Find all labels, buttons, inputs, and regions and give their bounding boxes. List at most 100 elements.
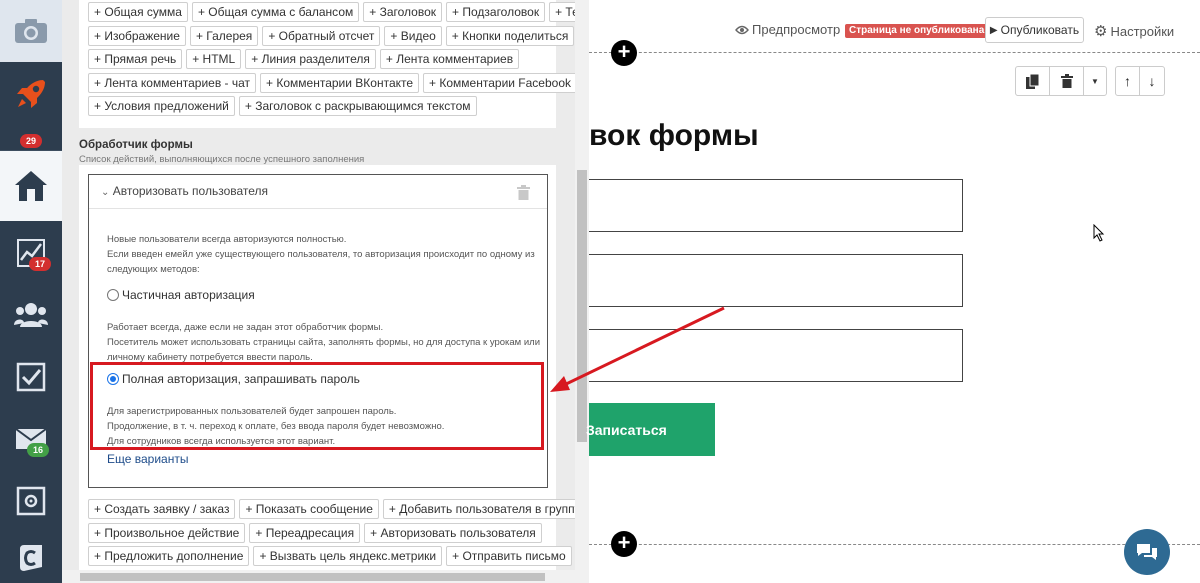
copy-icon [1026, 73, 1039, 89]
block-tools: ▼ [1015, 66, 1107, 96]
nav-item-launch[interactable] [0, 63, 62, 125]
add-action-button[interactable]: + Отправить письмо [446, 546, 572, 566]
add-action-button[interactable]: + Переадресация [249, 522, 361, 543]
play-icon: ▶ [989, 24, 998, 36]
delete-block-button[interactable] [1050, 67, 1084, 95]
move-up-button[interactable]: ↑ [1116, 67, 1140, 95]
add-action-button[interactable]: + Произвольное действие [88, 522, 246, 543]
checkbox-icon [16, 362, 46, 392]
logo-icon [20, 544, 42, 571]
more-options-link[interactable]: Еще варианты [107, 452, 188, 466]
nav-item-tasks[interactable] [0, 346, 62, 408]
move-down-button[interactable]: ↓ [1140, 67, 1164, 95]
add-block-top-button[interactable]: + [611, 40, 637, 66]
intro-line-3: следующих методов: [107, 264, 200, 275]
partial-line-1: Работает всегда, даже если не задан этот… [107, 322, 384, 333]
add-action-button[interactable]: + Авторизовать пользователя [364, 522, 542, 543]
radio-partial[interactable] [107, 289, 119, 301]
submit-button[interactable]: Записаться [586, 403, 715, 456]
section-divider-top [589, 52, 1200, 53]
home-icon [15, 171, 47, 201]
add-block-button[interactable]: + Обратный отсчет [262, 25, 381, 46]
trash-icon [1060, 74, 1073, 88]
more-block-dropdown[interactable]: ▼ [1084, 67, 1106, 95]
chat-button[interactable] [1124, 529, 1170, 575]
publish-label: Опубликовать [1000, 23, 1080, 37]
move-tools: ↑ ↓ [1115, 66, 1165, 96]
handler-header[interactable]: ⌄ Авторизовать пользователя [89, 175, 547, 209]
copy-block-button[interactable] [1016, 67, 1050, 95]
settings-button[interactable]: ⚙ Настройки [1094, 22, 1174, 40]
chat-icon [1137, 544, 1157, 560]
add-block-bottom-button[interactable]: + [611, 531, 637, 557]
add-block-button[interactable]: + Видео [384, 25, 442, 46]
add-block-button[interactable]: + Галерея [189, 25, 259, 46]
horizontal-scroll-thumb[interactable] [80, 573, 545, 581]
mail-badge: 16 [27, 443, 49, 457]
publish-button[interactable]: ▶ Опубликовать [985, 17, 1084, 43]
option-partial[interactable]: Частичная авторизация [107, 288, 255, 302]
preview-button[interactable]: Предпросмотр [735, 22, 840, 37]
form-field-1[interactable] [589, 179, 963, 232]
trash-icon[interactable] [517, 185, 530, 200]
preview-label: Предпросмотр [752, 22, 841, 37]
add-block-button[interactable]: + Лента комментариев - чат [88, 72, 257, 93]
stats-badge: 17 [29, 257, 51, 271]
camera-icon [15, 19, 47, 43]
settings-panel: + Общая сумма + Общая сумма с балансом + З… [62, 0, 589, 583]
add-block-button[interactable]: + Комментарии Facebook [423, 72, 578, 93]
gear-icon: ⚙ [1094, 23, 1108, 40]
add-action-button[interactable]: + Предложить дополнение [88, 546, 250, 566]
nav-item-home[interactable] [0, 151, 62, 221]
add-block-button[interactable]: + Изображение [88, 25, 186, 46]
nav-item-shop[interactable] [0, 470, 62, 532]
add-block-button[interactable]: + Подзаголовок [446, 2, 546, 22]
nav-item-media[interactable] [0, 0, 62, 62]
add-action-button[interactable]: + Создать заявку / заказ [88, 499, 236, 519]
add-action-button[interactable]: + Добавить пользователя в группу [382, 499, 587, 519]
add-block-button[interactable]: + HTML [186, 49, 242, 69]
form-title: вок формы [589, 119, 759, 152]
add-block-button[interactable]: + Комментарии ВКонтакте [260, 72, 420, 93]
caret-down-icon: ▼ [1091, 76, 1099, 86]
add-block-button[interactable]: + Общая сумма [88, 2, 188, 22]
mouse-cursor-icon [1093, 224, 1105, 242]
add-block-button[interactable]: + Заголовок с раскрывающимся текстом [238, 96, 477, 116]
handler-section-subtitle: Список действий, выполняющихся после усп… [79, 154, 365, 165]
nav-item-stats[interactable] [0, 222, 62, 284]
add-block-button[interactable]: + Прямая речь [88, 49, 183, 69]
add-block-button[interactable]: + Линия разделителя [245, 49, 376, 69]
launch-badge: 29 [20, 134, 42, 148]
status-badge: Страница не опубликована [845, 24, 989, 38]
add-block-button[interactable]: + Лента комментариев [379, 49, 520, 69]
settings-label: Настройки [1110, 23, 1175, 39]
add-block-button[interactable]: + Условия предложений [88, 96, 235, 116]
partial-line-2: Посетитель может использовать страницы с… [107, 337, 541, 348]
intro-line-2: Если введен емейл уже существующего поль… [107, 249, 535, 260]
nav-item-logo[interactable] [0, 532, 62, 583]
users-icon [14, 303, 48, 327]
submit-label: Записаться [586, 421, 667, 438]
section-divider-bottom [589, 544, 1200, 545]
option-partial-label: Частичная авторизация [122, 288, 255, 302]
handler-title[interactable]: ⌄ Авторизовать пользователя [101, 184, 268, 198]
left-nav: 29 17 16 [0, 0, 62, 583]
add-action-button[interactable]: + Показать сообщение [239, 499, 379, 519]
add-block-button[interactable]: + Кнопки поделиться [445, 25, 575, 46]
handler-title-text: Авторизовать пользователя [112, 184, 269, 198]
rocket-icon [17, 80, 45, 108]
safe-icon [16, 486, 46, 516]
nav-item-users[interactable] [0, 284, 62, 346]
add-block-button[interactable]: + Общая сумма с балансом [191, 2, 360, 22]
handler-section-title: Обработчик формы [79, 139, 193, 151]
add-action-button[interactable]: + Вызвать цель яндекс.метрики [253, 546, 443, 566]
intro-line-1: Новые пользователи всегда авторизуются п… [107, 234, 347, 245]
eye-icon [735, 25, 749, 34]
arrow-down-icon: ↓ [1148, 73, 1156, 89]
add-block-button[interactable]: + Заголовок [363, 2, 443, 22]
chevron-down-icon: ⌄ [101, 187, 110, 198]
highlight-box [90, 362, 544, 450]
nav-item-mail[interactable] [0, 408, 62, 470]
arrow-up-icon: ↑ [1124, 73, 1131, 89]
annotation-arrow [550, 306, 725, 392]
